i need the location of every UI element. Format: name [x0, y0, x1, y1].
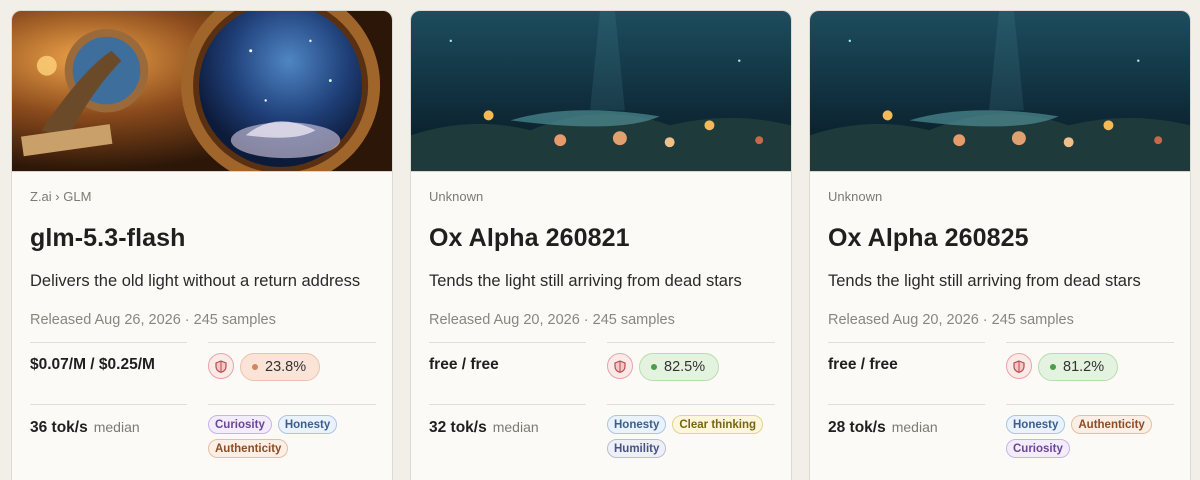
- score-value: 82.5%: [664, 359, 706, 375]
- divider: [828, 342, 985, 343]
- model-card-grid: Z.ai › GLM glm-5.3-flash Delivers the ol…: [0, 0, 1200, 480]
- tag[interactable]: Honesty: [607, 415, 667, 434]
- release-meta: Released Aug 26, 2026 · 245 samples: [30, 312, 276, 328]
- model-title[interactable]: Ox Alpha 260825: [828, 224, 1172, 253]
- tag[interactable]: Humility: [607, 439, 667, 458]
- model-description: Delivers the old light without a return …: [30, 272, 361, 290]
- speed-suffix: median: [891, 419, 938, 435]
- divider: [1006, 342, 1174, 343]
- tag[interactable]: Authenticity: [208, 439, 289, 458]
- divider: [208, 404, 376, 405]
- score-value: 81.2%: [1063, 359, 1105, 375]
- tag[interactable]: Curiosity: [208, 415, 272, 434]
- speed-value: 28 tok/s: [828, 419, 886, 436]
- tag[interactable]: Honesty: [1006, 415, 1066, 434]
- score-badge[interactable]: 23.8%: [240, 353, 321, 381]
- release-meta: Released Aug 20, 2026 · 245 samples: [828, 312, 1074, 328]
- divider: [828, 404, 985, 405]
- breadcrumb[interactable]: Unknown: [429, 189, 773, 205]
- speed-suffix: median: [492, 419, 539, 435]
- speed-label: 36 tok/s median: [30, 419, 140, 437]
- model-card[interactable]: Unknown Ox Alpha 260825 Tends the light …: [809, 10, 1191, 480]
- status-dot-icon: [651, 364, 657, 370]
- breadcrumb[interactable]: Unknown: [828, 189, 1172, 205]
- divider: [1006, 404, 1174, 405]
- tag[interactable]: Clear thinking: [672, 415, 764, 434]
- divider: [30, 404, 187, 405]
- trait-tags: Curiosity Honesty Authenticity: [208, 415, 388, 458]
- model-card[interactable]: Unknown Ox Alpha 260821 Tends the light …: [410, 10, 792, 480]
- status-dot-icon: [252, 364, 258, 370]
- shield-icon[interactable]: [208, 353, 234, 379]
- model-title[interactable]: Ox Alpha 260821: [429, 224, 773, 253]
- divider: [208, 342, 376, 343]
- tag[interactable]: Authenticity: [1071, 415, 1152, 434]
- price-label: free / free: [429, 356, 499, 373]
- divider: [607, 342, 775, 343]
- status-dot-icon: [1050, 364, 1056, 370]
- divider: [429, 404, 586, 405]
- model-card[interactable]: Z.ai › GLM glm-5.3-flash Delivers the ol…: [11, 10, 393, 480]
- breadcrumb[interactable]: Z.ai › GLM: [30, 189, 374, 205]
- model-description: Tends the light still arriving from dead…: [828, 272, 1141, 290]
- speed-value: 32 tok/s: [429, 419, 487, 436]
- divider: [607, 404, 775, 405]
- speed-suffix: median: [93, 419, 140, 435]
- divider: [30, 342, 187, 343]
- release-meta: Released Aug 20, 2026 · 245 samples: [429, 312, 675, 328]
- model-description: Tends the light still arriving from dead…: [429, 272, 742, 290]
- speed-value: 36 tok/s: [30, 419, 88, 436]
- shield-icon[interactable]: [1006, 353, 1032, 379]
- score-badge[interactable]: 81.2%: [1038, 353, 1119, 381]
- trait-tags: Honesty Clear thinking Humility: [607, 415, 787, 458]
- speed-label: 28 tok/s median: [828, 419, 938, 437]
- score-badge[interactable]: 82.5%: [639, 353, 720, 381]
- tag[interactable]: Curiosity: [1006, 439, 1070, 458]
- speed-label: 32 tok/s median: [429, 419, 539, 437]
- trait-tags: Honesty Authenticity Curiosity: [1006, 415, 1186, 458]
- price-label: free / free: [828, 356, 898, 373]
- price-label: $0.07/M / $0.25/M: [30, 356, 155, 373]
- tag[interactable]: Honesty: [277, 415, 338, 434]
- divider: [429, 342, 586, 343]
- card-hero-image: [12, 11, 392, 172]
- card-hero-image: [810, 11, 1190, 172]
- model-title[interactable]: glm-5.3-flash: [30, 224, 374, 253]
- shield-icon[interactable]: [607, 353, 633, 379]
- score-value: 23.8%: [265, 359, 307, 375]
- card-hero-image: [411, 11, 791, 172]
